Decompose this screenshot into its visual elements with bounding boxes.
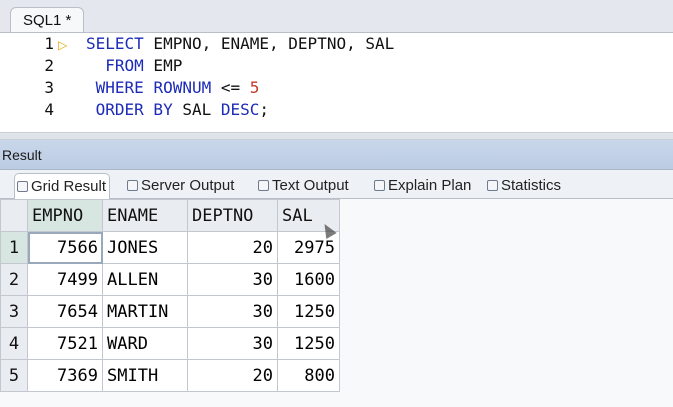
statistics-icon bbox=[487, 180, 498, 191]
table-row[interactable]: 4 7521 WARD 30 1250 bbox=[0, 327, 340, 360]
table-row[interactable]: 2 7499 ALLEN 30 1600 bbox=[0, 263, 340, 296]
result-panel-title: Result bbox=[2, 147, 42, 163]
server-icon bbox=[127, 180, 138, 191]
row-number[interactable]: 4 bbox=[0, 327, 28, 360]
tab-label: Explain Plan bbox=[388, 177, 472, 194]
current-line-arrow-icon: ▷ bbox=[58, 38, 68, 52]
cell-deptno[interactable]: 30 bbox=[187, 295, 278, 328]
sql-text: EMPNO, ENAME, DEPTNO, SAL bbox=[143, 34, 395, 53]
code-line[interactable]: ORDER BY SAL DESC; bbox=[86, 99, 394, 121]
tab-sql1[interactable]: SQL1 * bbox=[10, 7, 85, 32]
sql-text: SAL bbox=[172, 100, 221, 119]
cell-empno[interactable]: 7566 bbox=[27, 231, 103, 264]
cell-empno[interactable]: 7654 bbox=[27, 295, 103, 328]
text-icon bbox=[258, 180, 269, 191]
line-number: 4 bbox=[44, 100, 54, 119]
sql-number: 5 bbox=[249, 78, 260, 97]
grid-header-row: EMPNO ENAME DEPTNO SAL bbox=[0, 199, 340, 232]
tab-label: Statistics bbox=[501, 177, 562, 194]
table-row[interactable]: 1 7566 JONES 20 2975 bbox=[0, 231, 340, 264]
tab-label: Text Output bbox=[272, 177, 349, 194]
row-number[interactable]: 3 bbox=[0, 295, 28, 328]
result-grid: EMPNO ENAME DEPTNO SAL 1 7566 JONES 20 2… bbox=[0, 199, 340, 392]
grid-result-area: EMPNO ENAME DEPTNO SAL 1 7566 JONES 20 2… bbox=[0, 199, 673, 407]
line-number: 1 bbox=[44, 34, 54, 53]
sql-keyword: ROWNUM bbox=[153, 78, 212, 97]
sql-editor[interactable]: 1 2 3 4 ▷ SELECT EMPNO, ENAME, DEPTNO, S… bbox=[0, 32, 673, 133]
row-number[interactable]: 5 bbox=[0, 359, 28, 392]
cell-ename[interactable]: MARTIN bbox=[102, 295, 188, 328]
cell-ename[interactable]: ALLEN bbox=[102, 263, 188, 296]
cell-deptno[interactable]: 30 bbox=[187, 327, 278, 360]
column-header-deptno[interactable]: DEPTNO bbox=[187, 199, 278, 232]
cell-deptno[interactable]: 20 bbox=[187, 359, 278, 392]
cell-ename[interactable]: SMITH bbox=[102, 359, 188, 392]
row-number-header bbox=[0, 199, 28, 232]
sql-code[interactable]: SELECT EMPNO, ENAME, DEPTNO, SAL FROM EM… bbox=[86, 33, 394, 121]
tab-explain-plan[interactable]: Explain Plan bbox=[372, 173, 474, 199]
cell-sal[interactable]: 1250 bbox=[277, 295, 340, 328]
tab-grid-result[interactable]: Grid Result bbox=[14, 173, 111, 199]
code-line[interactable]: SELECT EMPNO, ENAME, DEPTNO, SAL bbox=[86, 33, 394, 55]
code-line[interactable]: WHERE ROWNUM <= 5 bbox=[86, 77, 394, 99]
result-panel-header: Result bbox=[0, 140, 673, 170]
editor-tab-bar: SQL1 * bbox=[0, 0, 673, 32]
grid-icon bbox=[17, 181, 28, 192]
line-number: 2 bbox=[44, 56, 54, 75]
sql-keyword: WHERE bbox=[86, 78, 144, 97]
tab-statistics[interactable]: Statistics bbox=[485, 173, 564, 199]
table-row[interactable]: 3 7654 MARTIN 30 1250 bbox=[0, 295, 340, 328]
sql-keyword: ORDER BY bbox=[86, 100, 173, 119]
sql-keyword: FROM bbox=[86, 56, 144, 75]
cell-sal[interactable]: 1250 bbox=[277, 327, 340, 360]
cell-empno[interactable]: 7499 bbox=[27, 263, 103, 296]
result-tabs: Grid Result Server Output Text Output Ex… bbox=[0, 170, 673, 199]
cell-ename[interactable]: WARD bbox=[102, 327, 188, 360]
sql-text: EMP bbox=[143, 56, 183, 75]
cell-ename[interactable]: JONES bbox=[102, 231, 188, 264]
column-header-ename[interactable]: ENAME bbox=[102, 199, 188, 232]
cell-sal[interactable]: 1600 bbox=[277, 263, 340, 296]
sql-text: ; bbox=[259, 100, 270, 119]
cell-empno[interactable]: 7521 bbox=[27, 327, 103, 360]
line-number-gutter: 1 2 3 4 ▷ bbox=[0, 33, 72, 133]
splitter[interactable] bbox=[0, 132, 673, 140]
tab-label: Server Output bbox=[141, 177, 235, 194]
sql-keyword: DESC bbox=[220, 100, 260, 119]
row-number[interactable]: 1 bbox=[0, 231, 28, 264]
tab-label: Grid Result bbox=[31, 178, 107, 195]
tab-text-output[interactable]: Text Output bbox=[256, 173, 352, 199]
cell-empno[interactable]: 7369 bbox=[27, 359, 103, 392]
cell-sal[interactable]: 800 bbox=[277, 359, 340, 392]
cell-deptno[interactable]: 20 bbox=[187, 231, 278, 264]
column-header-empno[interactable]: EMPNO bbox=[27, 199, 103, 232]
code-line[interactable]: FROM EMP bbox=[86, 55, 394, 77]
sql-text: <= bbox=[211, 78, 250, 97]
cell-deptno[interactable]: 30 bbox=[187, 263, 278, 296]
table-row[interactable]: 5 7369 SMITH 20 800 bbox=[0, 359, 340, 392]
tab-server-output[interactable]: Server Output bbox=[125, 173, 237, 199]
plan-icon bbox=[374, 180, 385, 191]
row-number[interactable]: 2 bbox=[0, 263, 28, 296]
line-number: 3 bbox=[44, 78, 54, 97]
sql-keyword: SELECT bbox=[86, 34, 144, 53]
